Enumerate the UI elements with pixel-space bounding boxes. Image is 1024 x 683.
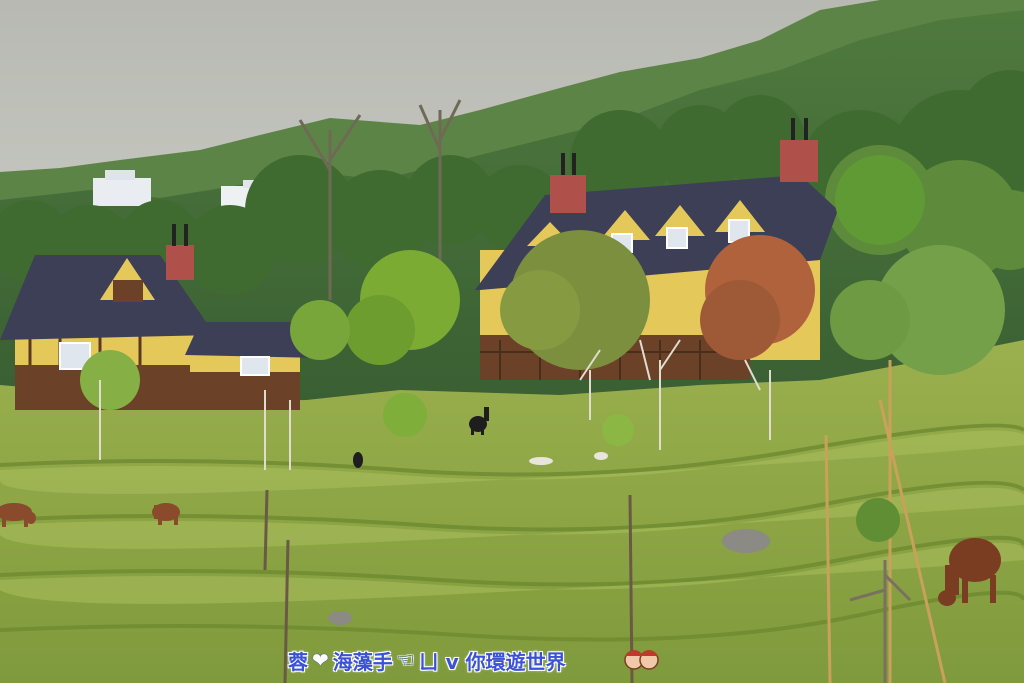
distant-building-left (93, 178, 151, 206)
landscape-photo (0, 0, 1024, 683)
watermark-text-right: ㄩ v 你環遊世界 (418, 649, 566, 674)
photo-scene (0, 0, 1024, 683)
watermark-text-left: 蓉 (288, 649, 308, 674)
photo-watermark: 蓉 ❤ 海藻手 ☜ ㄩ v 你環遊世界 (288, 646, 566, 674)
rock (722, 529, 770, 553)
watermark-text-middle: 海藻手 (332, 649, 393, 674)
heart-icon: ❤ (312, 648, 329, 672)
pointing-hand-icon: ☜ (396, 648, 415, 672)
